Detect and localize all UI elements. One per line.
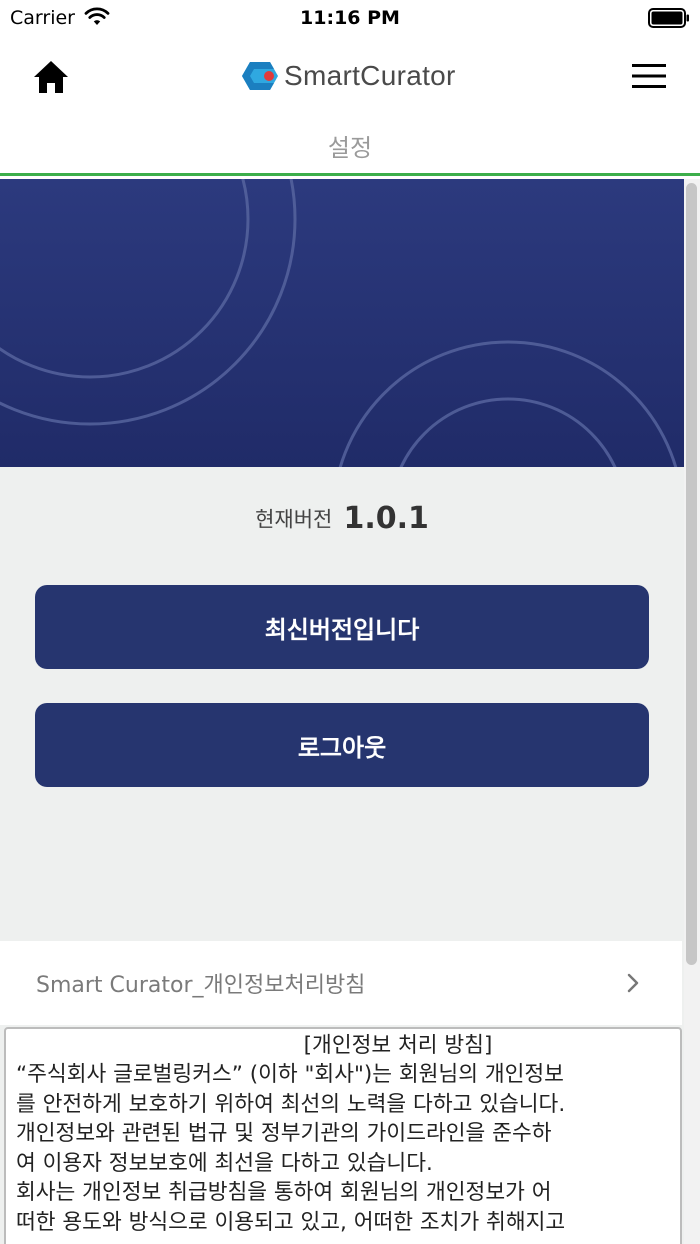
app-logo: SmartCurator [240, 56, 480, 96]
home-icon[interactable] [30, 56, 72, 98]
battery-icon [648, 8, 689, 28]
policy-line: 떠한 용도와 방식으로 이용되고 있고, 어떠한 조치가 취해지고 [16, 1209, 566, 1235]
privacy-policy-text[interactable]: [개인정보 처리 방침] “주식회사 글로벌링커스” (이하 "회사")는 회원… [4, 1027, 682, 1244]
policy-heading: [개인정보 처리 방침] [303, 1033, 493, 1058]
privacy-policy-label: Smart Curator_개인정보처리방침 [36, 973, 366, 998]
banner [0, 179, 684, 467]
navigation-bar: SmartCurator 설정 [0, 36, 700, 176]
privacy-policy-row[interactable]: Smart Curator_개인정보처리방침 [0, 941, 682, 1025]
clock: 11:16 PM [300, 7, 400, 29]
logo-text: SmartCurator [284, 60, 456, 91]
logo-mark [242, 62, 278, 90]
logout-button[interactable]: 로그아웃 [35, 703, 649, 787]
policy-line: 회사는 개인정보 취급방침을 통하여 회원님의 개인정보가 어 [16, 1180, 552, 1206]
status-bar: Carrier 11:16 PM [0, 0, 700, 36]
page-title: 설정 [327, 134, 373, 162]
banner-decoration [0, 179, 678, 467]
policy-line: “주식회사 글로벌링커스” (이하 "회사")는 회원님의 개인정보 [16, 1062, 564, 1087]
latest-version-button[interactable]: 최신버전입니다 [35, 585, 649, 669]
policy-line: 여 이용자 정보보호에 최선을 다하고 있습니다. [16, 1150, 433, 1176]
policy-line: 개인정보와 관련된 법규 및 정부기관의 가이드라인을 준수하 [16, 1121, 552, 1147]
chevron-right-icon [627, 973, 639, 993]
version-info: 현재버전 1.0.1 [0, 501, 684, 536]
scrollbar-thumb[interactable] [686, 183, 697, 965]
version-value: 1.0.1 [343, 501, 429, 536]
version-label: 현재버전 [255, 507, 333, 532]
settings-content[interactable]: 현재버전 1.0.1 최신버전입니다 로그아웃 Smart Curator_개인… [0, 179, 700, 1244]
policy-line: 를 안전하게 보호하기 위하여 최선의 노력을 다하고 있습니다. [16, 1091, 566, 1117]
hamburger-menu-icon[interactable] [628, 58, 670, 94]
